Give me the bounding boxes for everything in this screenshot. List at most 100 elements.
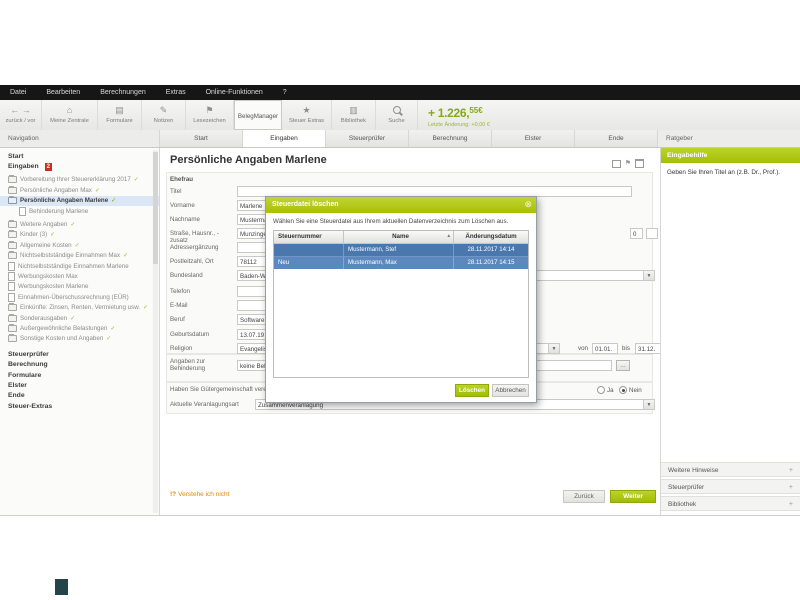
steuerdatei-loeschen-dialog: Steuerdatei löschen ⊗ Wählen Sie eine St… [265,196,537,403]
sidebar-item-werbungskosten-marlene[interactable]: Werbungskosten Marlene [0,282,159,292]
formulare-button[interactable]: ▤ Formulare [98,100,142,130]
folder-icon [8,176,17,183]
form-icon: ▤ [115,106,124,116]
next-button[interactable]: Weiter [610,490,656,503]
folder-icon [8,221,17,228]
von-field[interactable]: 01.01. [592,343,618,354]
check-icon: ✓ [70,221,75,228]
back-forward-icon: ← → [10,106,31,116]
folder-icon [8,231,17,238]
sidebar-item-belastungen[interactable]: Außergewöhnliche Belastungen✓ [0,323,159,333]
section-weitere-hinweise[interactable]: Weitere Hinweise+ [661,462,800,477]
menu-datei[interactable]: Datei [10,89,26,96]
behinderung-label: Angaben zur Behinderung [170,358,234,372]
tab-eingaben[interactable]: Eingaben [243,130,326,147]
close-icon[interactable]: ⊗ [524,200,532,209]
sidebar-item-einnahmen-marlene[interactable]: Nichtselbstständige Einnahmen Marlene [0,261,159,271]
dont-understand-link[interactable]: !?Verstehe ich nicht [170,491,229,498]
nein-label: Nein [629,387,642,394]
bookmark-icon[interactable]: ⚑ [625,160,631,167]
table-row[interactable]: Neu Mustermann, Max 28.11.2017 14:15 [274,256,528,269]
sidebar-item-sonstige-kosten[interactable]: Sonstige Kosten und Angaben✓ [0,334,159,344]
check-icon: ✓ [70,315,75,322]
menu-extras[interactable]: Extras [166,89,186,96]
menu-bar: Datei Bearbeiten Berechnungen Extras Onl… [0,85,800,100]
folder-open-icon [8,197,17,204]
von-label: von [578,345,588,352]
vorname-label: Vorname [170,202,234,209]
tab-elster[interactable]: Elster [492,130,575,147]
bibliothek-button[interactable]: ▥ Bibliothek [332,100,376,130]
col-aenderungsdatum[interactable]: Änderungsdatum [454,231,528,243]
sidebar-item-einkuenfte[interactable]: Einkünfte: Zinsen, Renten, Vermietung us… [0,302,159,312]
sidebar-item-euer[interactable]: Einnahmen-Überschussrechnung (EÜR) [0,292,159,302]
help-text: Geben Sie Ihren Titel an (z.B. Dr., Prof… [667,169,794,177]
table-header-row: Steuernummer Name▴ Änderungsdatum [274,231,528,244]
zusatz-field[interactable] [646,228,658,239]
back-forward-button[interactable]: ← → zurück / vor [0,100,42,130]
sidebar-item-eingaben[interactable]: Eingaben2 [0,161,159,171]
cancel-button[interactable]: Abbrechen [492,384,529,397]
sidebar-item-ende[interactable]: Ende [0,391,159,401]
sidebar-item-elster[interactable]: Elster [0,380,159,390]
strasse-label: Straße, Hausnr., -zusatz [170,230,234,244]
section-steuerpruefer[interactable]: Steuerprüfer+ [661,479,800,494]
sidebar-item-formulare[interactable]: Formulare [0,370,159,380]
sidebar-item-start[interactable]: Start [0,151,159,161]
comment-icon[interactable] [612,160,621,168]
hausnr-field[interactable]: 0 [630,228,643,239]
table-row[interactable]: Mustermann, Stef 28.11.2017 14:14 [274,244,528,256]
sidebar-item-sonderausgaben[interactable]: Sonderausgaben✓ [0,313,159,323]
sidebar-item-weitere-angaben[interactable]: Weitere Angaben✓ [0,219,159,229]
notizen-button[interactable]: ✎ Notizen [142,100,186,130]
back-button[interactable]: Zurück [563,490,605,503]
radio-nein[interactable] [619,386,627,394]
steuer-extras-button[interactable]: ★ Steuer Extras [282,100,332,130]
book-icon: ▥ [349,106,358,116]
navigation-panel-header: Navigation [0,130,160,147]
tab-bar: Navigation Start Eingaben Steuerprüfer B… [0,130,800,148]
delete-button[interactable]: Löschen [455,384,489,397]
eingaben-count-badge: 2 [45,163,52,171]
belegmanager-button[interactable]: BelegManager [234,100,282,130]
behinderung-lookup-button[interactable]: … [616,360,630,371]
folder-icon [8,325,17,332]
tab-start[interactable]: Start [160,130,243,147]
search-icon [393,106,401,116]
sidebar-scrollbar-thumb[interactable] [153,152,158,264]
menu-online-funktionen[interactable]: Online-Funktionen [206,89,263,96]
menu-help[interactable]: ? [283,89,287,96]
tab-steuerpruefer[interactable]: Steuerprüfer [326,130,409,147]
menu-bearbeiten[interactable]: Bearbeiten [46,89,80,96]
menu-berechnungen[interactable]: Berechnungen [100,89,146,96]
last-change-label: Letzte Änderung: +0,00 € [428,122,490,128]
lesezeichen-button[interactable]: ⚑ Lesezeichen [186,100,234,130]
sidebar-item-einnahmen-max[interactable]: Nichtselbstständige Einnahmen Max✓ [0,251,159,261]
geburtsdatum-label: Geburtsdatum [170,331,234,338]
sidebar-item-behinderung-marlene[interactable]: Behinderung Marlene [0,206,159,216]
suche-button[interactable]: Suche [376,100,418,130]
sidebar-item-angaben-marlene[interactable]: Persönliche Angaben Marlene✓ [0,196,159,206]
col-steuernummer[interactable]: Steuernummer [274,231,344,243]
sidebar-item-berechnung[interactable]: Berechnung [0,359,159,369]
ratgeber-panel: Eingabehilfe Geben Sie Ihren Titel an (z… [660,148,800,515]
tab-berechnung[interactable]: Berechnung [409,130,492,147]
printer-icon[interactable] [635,159,644,168]
bookmark-icon: ⚑ [205,106,213,116]
meine-zentrale-button[interactable]: ⌂ Meine Zentrale [42,100,98,130]
sidebar-item-steuerpruefer[interactable]: Steuerprüfer [0,349,159,359]
sidebar-item-allgemeine-kosten[interactable]: Allgemeine Kosten✓ [0,240,159,250]
sidebar-item-kinder[interactable]: Kinder (3)✓ [0,230,159,240]
sidebar-item-steuer-extras[interactable]: Steuer-Extras [0,401,159,411]
sidebar-item-angaben-max[interactable]: Persönliche Angaben Max✓ [0,185,159,195]
col-name[interactable]: Name▴ [344,231,454,243]
tab-ende[interactable]: Ende [575,130,658,147]
check-icon: ✓ [110,325,115,332]
file-list: Steuernummer Name▴ Änderungsdatum Muster… [273,230,529,378]
sidebar-item-vorbereitung[interactable]: Vorbereitung Ihrer Steuererklärung 2017✓ [0,175,159,185]
radio-ja[interactable] [597,386,605,394]
section-bibliothek[interactable]: Bibliothek+ [661,496,800,511]
sidebar-item-werbungskosten-max[interactable]: Werbungskosten Max [0,271,159,281]
ratgeber-panel-header: Ratgeber [658,130,800,147]
nachname-label: Nachname [170,216,234,223]
